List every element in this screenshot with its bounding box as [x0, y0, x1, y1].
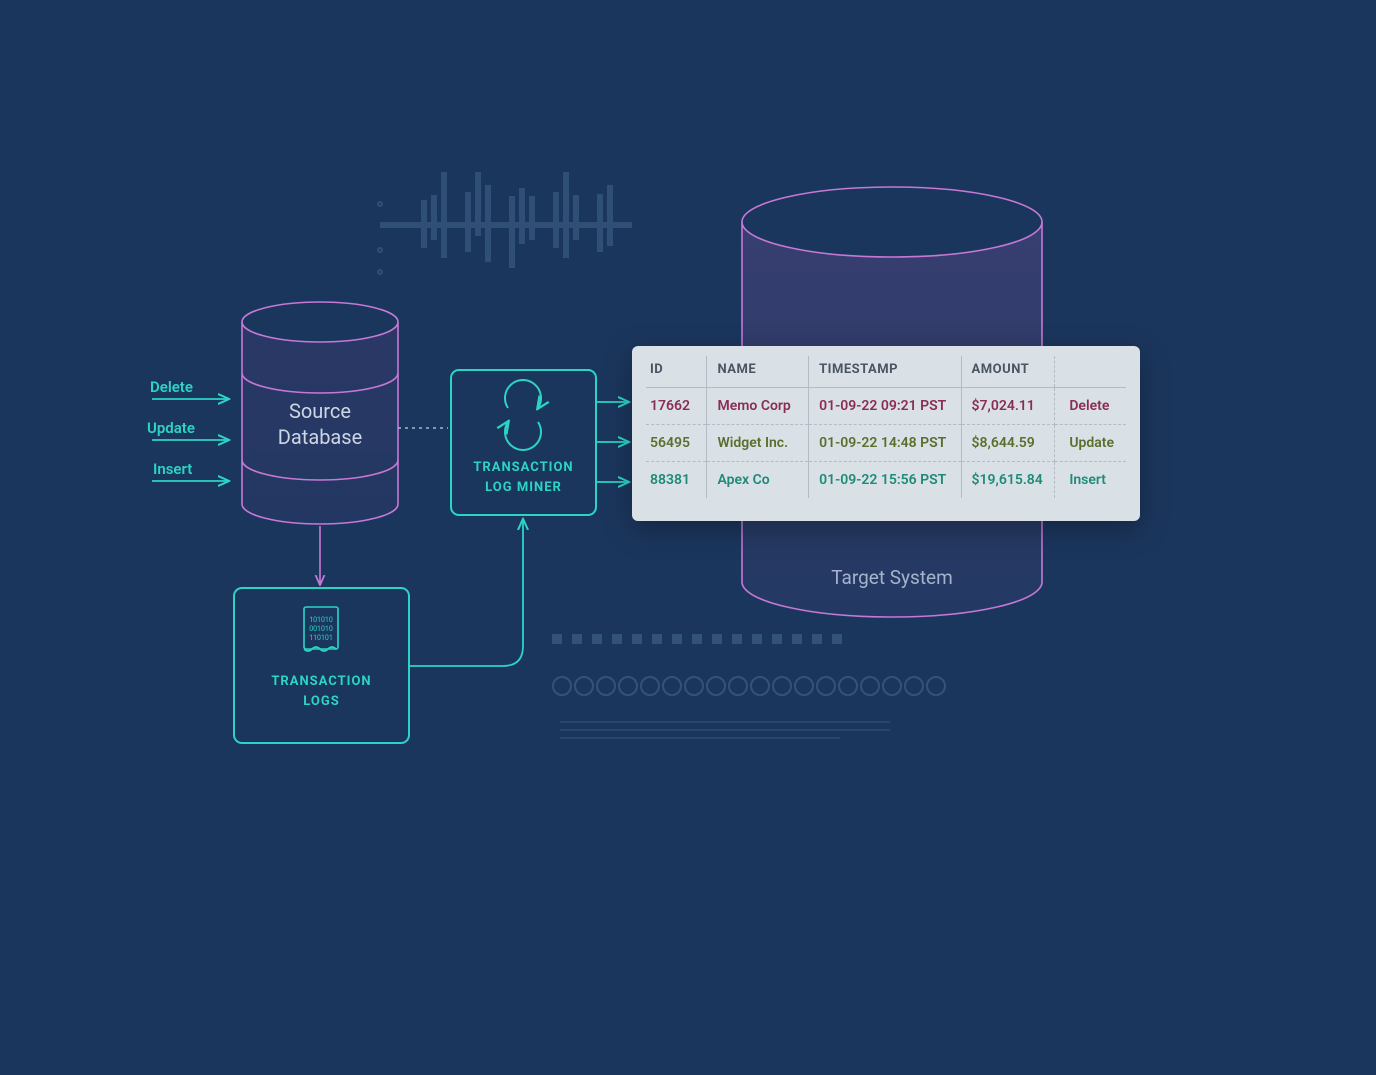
diagram-canvas: 101010 001010 110101 — [0, 0, 1376, 1075]
svg-text:101010: 101010 — [309, 616, 333, 624]
table-row: 17662Memo Corp01-09-22 09:21 PST$7,024.1… — [646, 388, 1126, 425]
cell-id: 17662 — [646, 388, 707, 425]
table-row: 56495Widget Inc.01-09-22 14:48 PST$8,644… — [646, 425, 1126, 462]
tx-logs-label: TRANSACTION LOGS — [234, 672, 409, 711]
cdc-records-table: ID NAME TIMESTAMP AMOUNT 17662Memo Corp0… — [632, 346, 1140, 521]
cell-timestamp: 01-09-22 15:56 PST — [809, 462, 961, 499]
th-id: ID — [646, 356, 707, 388]
cell-op: Insert — [1055, 462, 1126, 499]
op-insert-label: Insert — [153, 460, 192, 478]
tx-log-miner-label: TRANSACTION LOG MINER — [451, 458, 596, 497]
cell-timestamp: 01-09-22 14:48 PST — [809, 425, 961, 462]
cell-name: Widget Inc. — [707, 425, 809, 462]
th-amount: AMOUNT — [961, 356, 1055, 388]
target-system-label: Target System — [742, 566, 1042, 589]
op-update-label: Update — [147, 419, 195, 437]
cell-amount: $19,615.84 — [961, 462, 1055, 499]
source-database-label: Source Database — [230, 398, 410, 450]
th-name: NAME — [707, 356, 809, 388]
cell-amount: $7,024.11 — [961, 388, 1055, 425]
cell-id: 56495 — [646, 425, 707, 462]
cell-op: Delete — [1055, 388, 1126, 425]
svg-text:001010: 001010 — [309, 625, 333, 633]
op-delete-label: Delete — [150, 378, 193, 396]
cell-name: Apex Co — [707, 462, 809, 499]
table-row: 88381Apex Co01-09-22 15:56 PST$19,615.84… — [646, 462, 1126, 499]
cell-op: Update — [1055, 425, 1126, 462]
th-op — [1055, 356, 1126, 388]
cell-name: Memo Corp — [707, 388, 809, 425]
cell-amount: $8,644.59 — [961, 425, 1055, 462]
th-timestamp: TIMESTAMP — [809, 356, 961, 388]
table-header-row: ID NAME TIMESTAMP AMOUNT — [646, 356, 1126, 388]
cell-id: 88381 — [646, 462, 707, 499]
cell-timestamp: 01-09-22 09:21 PST — [809, 388, 961, 425]
svg-text:110101: 110101 — [309, 634, 333, 642]
tx-logs-box — [234, 588, 409, 743]
